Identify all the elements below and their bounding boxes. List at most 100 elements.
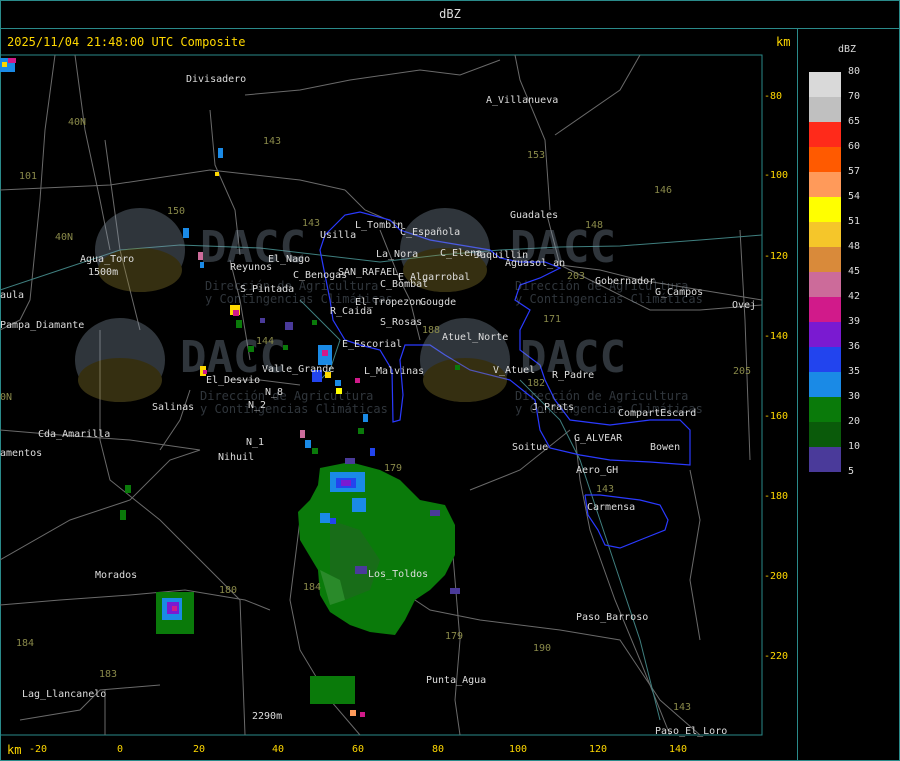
route-number: 150 — [167, 206, 185, 217]
place-label: E_Escorial — [342, 339, 402, 350]
place-label: Usilla — [320, 230, 356, 241]
place-label: J_Prats — [532, 402, 574, 413]
y-axis: -80 -100 -120 -140 -160 -180 -200 -220 — [764, 91, 788, 662]
x-tick-label: 0 — [117, 744, 123, 755]
y-tick-label: -220 — [764, 651, 788, 662]
place-label: Soitue — [512, 442, 548, 453]
route-number: 188 — [422, 325, 440, 336]
place-label: El_Tropezon — [355, 297, 421, 308]
place-label: Gobernador — [595, 276, 655, 287]
x-tick-label: 60 — [352, 744, 364, 755]
place-label: Agua_Toro — [80, 254, 134, 265]
route-number: 143 — [263, 136, 281, 147]
route-number: 0N — [0, 392, 12, 403]
place-label: S_Pintada — [240, 284, 294, 295]
place-label: CompartEscard — [618, 408, 696, 419]
place-label: Paso_Barroso — [576, 612, 648, 623]
place-label: Pampa_Diamante — [0, 320, 84, 331]
route-number: 143 — [673, 702, 691, 713]
watermark: DACC DACC DACC DACC Dirección de Agricul… — [75, 208, 703, 416]
route-number: 190 — [533, 643, 551, 654]
watermark-line: Dirección de Agricultura — [200, 389, 373, 403]
y-tick-label: -100 — [764, 170, 788, 181]
place-label: Nihuil — [218, 452, 254, 463]
place-label: amentos — [0, 448, 42, 459]
watermark-line: y Contingencias Climáticas — [200, 402, 388, 416]
route-number: 40N — [68, 117, 86, 128]
place-label: El_Nago — [268, 254, 310, 265]
route-number: 179 — [384, 463, 402, 474]
route-number: 143 — [302, 218, 320, 229]
place-label: Guadales — [510, 210, 558, 221]
place-label: Punta_Agua — [426, 675, 486, 686]
route-number: 179 — [445, 631, 463, 642]
place-label: Paso_El_Loro — [655, 726, 727, 737]
y-tick-label: -140 — [764, 331, 788, 342]
route-number: 144 — [256, 336, 274, 347]
x-tick-label: 120 — [589, 744, 607, 755]
route-number: 40N — [55, 232, 73, 243]
place-label: S_Rosas — [380, 317, 422, 328]
x-tick-label: 140 — [669, 744, 687, 755]
place-label: SAN_RAFAEL — [338, 267, 398, 278]
route-number: 171 — [543, 314, 561, 325]
route-number: 143 — [596, 484, 614, 495]
x-tick-label: 20 — [193, 744, 205, 755]
place-label: G_ALVEAR — [574, 433, 623, 444]
place-label: N_8 — [265, 387, 283, 398]
watermark-line: Dirección de Agricultura — [515, 389, 688, 403]
place-label: Ovej — [732, 300, 756, 311]
place-label: El_Desvio — [206, 375, 260, 386]
y-tick-label: -180 — [764, 491, 788, 502]
route-number: 183 — [99, 669, 117, 680]
route-number: 101 — [19, 171, 37, 182]
place-label: C_Española — [400, 227, 460, 238]
place-label: Carmensa — [587, 502, 635, 513]
place-label: A_Villanueva — [486, 95, 558, 106]
place-label: 2290m — [252, 711, 282, 722]
place-label: Gougde — [420, 297, 456, 308]
x-axis: -20 0 20 40 60 80 100 120 140 — [29, 744, 687, 755]
y-tick-label: -200 — [764, 571, 788, 582]
place-label: Valle_Grande — [262, 364, 334, 375]
place-label: R_Padre — [552, 370, 594, 381]
place-label: Los_Toldos — [368, 569, 428, 580]
radar-echoes — [0, 58, 460, 717]
route-number: 148 — [585, 220, 603, 231]
place-label: N_1 — [246, 437, 264, 448]
place-label: V_Atuel — [493, 365, 535, 376]
place-label: Atuel_Norte — [442, 332, 508, 343]
y-tick-label: -160 — [764, 411, 788, 422]
x-tick-label: -20 — [29, 744, 47, 755]
place-label: Salinas — [152, 402, 194, 413]
place-label: Divisadero — [186, 74, 246, 85]
place-label: Lag_Llancanelo — [22, 689, 106, 700]
x-tick-label: 40 — [272, 744, 284, 755]
place-label: C_Bombal — [380, 279, 428, 290]
place-label: Aguasol_an — [505, 258, 565, 269]
route-number: 184 — [303, 582, 321, 593]
y-tick-label: -80 — [764, 91, 782, 102]
place-label: La_Nora — [376, 249, 418, 260]
route-number: 182 — [527, 378, 545, 389]
place-label: Cda_Amarilla — [38, 429, 110, 440]
x-tick-label: 80 — [432, 744, 444, 755]
place-label: Bowen — [650, 442, 680, 453]
place-label: aula — [0, 290, 24, 301]
route-number: 180 — [219, 585, 237, 596]
place-label: Morados — [95, 570, 137, 581]
route-number: 184 — [16, 638, 34, 649]
route-number: 203 — [567, 271, 585, 282]
place-label: Aero_GH — [576, 465, 618, 476]
place-label: Reyunos — [230, 262, 272, 273]
route-number: 205 — [733, 366, 751, 377]
route-number: 146 — [654, 185, 672, 196]
radar-map[interactable]: DACC DACC DACC DACC Dirección de Agricul… — [0, 0, 900, 761]
y-tick-label: -120 — [764, 251, 788, 262]
place-label: L_Tombin — [355, 220, 403, 231]
place-label: G_Campos — [655, 287, 703, 298]
route-number: 153 — [527, 150, 545, 161]
place-label: L_Malvinas — [364, 366, 424, 377]
x-tick-label: 100 — [509, 744, 527, 755]
place-label: 1500m — [88, 267, 118, 278]
